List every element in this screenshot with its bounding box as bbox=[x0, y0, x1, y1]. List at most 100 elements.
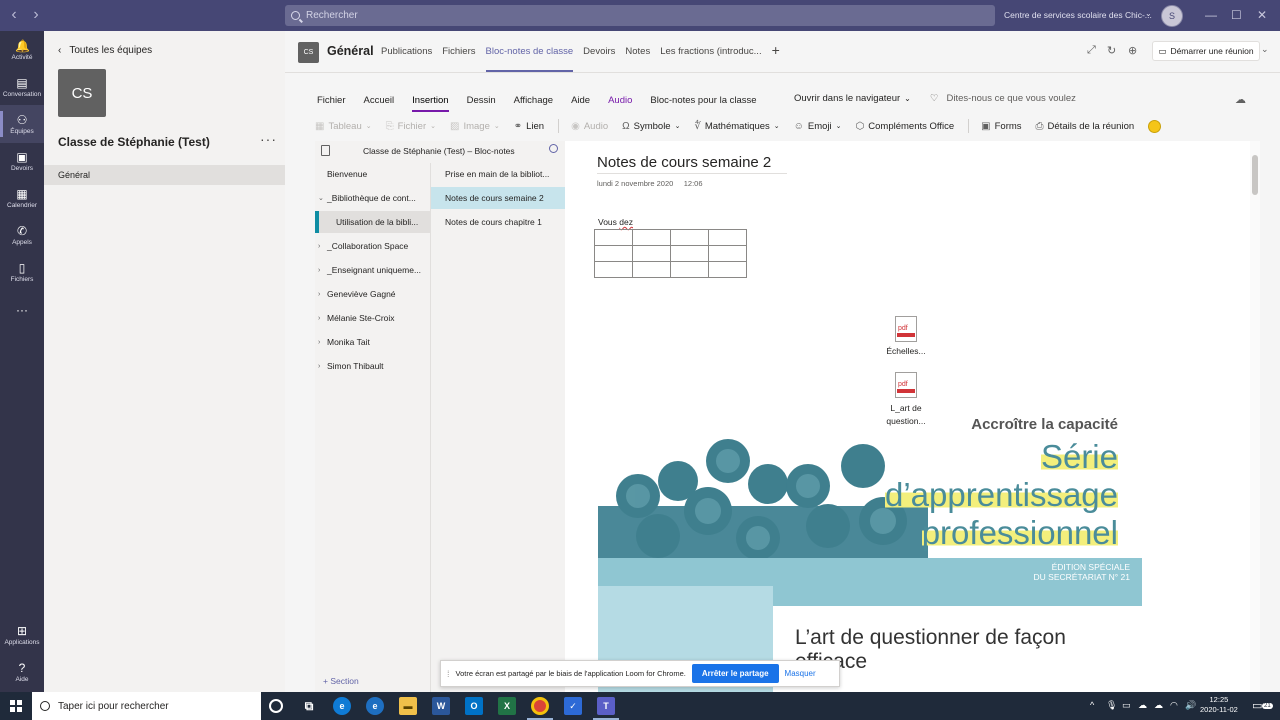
close-icon[interactable]: ✕ bbox=[1257, 8, 1267, 22]
all-teams-link[interactable]: ‹ Toutes les équipes bbox=[58, 45, 152, 56]
ribbon-tab-4[interactable]: Affichage bbox=[514, 95, 553, 106]
ribbon-command-addins[interactable]: ⬡ Compléments Office bbox=[856, 121, 955, 132]
table-cell[interactable] bbox=[708, 261, 747, 278]
ribbon-command-emoji[interactable]: ☺ Emoji ⌄ bbox=[794, 121, 842, 132]
stop-sharing-button[interactable]: Arrêter le partage bbox=[691, 664, 779, 683]
section-item[interactable]: ⌄ _Bibliothèque de cont... bbox=[315, 187, 431, 209]
ribbon-command-math[interactable]: ∜ Mathématiques ⌄ bbox=[694, 121, 779, 132]
chevron-right-icon[interactable]: › bbox=[318, 291, 320, 298]
rail-item-équipes[interactable]: ⚇ Équipes bbox=[0, 105, 44, 143]
table-cell[interactable] bbox=[708, 245, 747, 262]
rail-item-applications[interactable]: ⊞ Applications bbox=[0, 616, 44, 654]
chevron-down-icon[interactable]: ⌄ bbox=[1145, 9, 1152, 18]
meeting-chevron-down-icon[interactable]: ⌄ bbox=[1261, 44, 1269, 55]
notebook-search-icon[interactable] bbox=[549, 144, 558, 153]
page-canvas[interactable]: Notes de cours semaine 2 lundi 2 novembr… bbox=[565, 141, 1250, 692]
tab-0[interactable]: Publications bbox=[381, 46, 432, 71]
minimize-icon[interactable]: — bbox=[1205, 8, 1217, 22]
outlook-icon[interactable]: O bbox=[465, 697, 483, 715]
network-icon[interactable]: ▭ bbox=[1122, 700, 1131, 711]
page-item[interactable]: Notes de cours chapitre 1 bbox=[431, 211, 565, 233]
expand-icon[interactable]: ⤢ bbox=[1087, 44, 1096, 57]
drag-handle-icon[interactable]: ⁞ bbox=[447, 669, 450, 679]
back-arrow-icon[interactable]: ‹ bbox=[4, 6, 24, 24]
table-cell[interactable] bbox=[632, 245, 671, 262]
ribbon-command-link[interactable]: ⚭ Lien bbox=[514, 121, 544, 132]
system-clock[interactable]: 12:25 2020-11-02 bbox=[1200, 695, 1238, 715]
task-view-icon[interactable]: ⧉ bbox=[300, 697, 318, 715]
hide-link[interactable]: Masquer bbox=[785, 669, 816, 678]
start-meeting-button[interactable]: ▭ Démarrer une réunion bbox=[1152, 41, 1260, 61]
page-text[interactable]: Vous dez bbox=[598, 217, 633, 227]
ribbon-command-omega[interactable]: Ω Symbole ⌄ bbox=[622, 121, 680, 132]
chevron-down-icon[interactable]: ⌄ bbox=[318, 194, 324, 202]
section-item[interactable]: › Geneviève Gagné bbox=[315, 283, 431, 305]
table-cell[interactable] bbox=[670, 229, 709, 246]
ribbon-command-attach[interactable]: ⎘ Fichier ⌄ bbox=[386, 121, 436, 132]
section-item[interactable]: › Monika Tait bbox=[315, 331, 431, 353]
section-item[interactable]: › _Enseignant uniqueme... bbox=[315, 259, 431, 281]
ribbon-command-forms[interactable]: ▣ Forms bbox=[981, 121, 1021, 132]
table-cell[interactable] bbox=[594, 261, 633, 278]
microphone-icon[interactable]: 🎙 bbox=[1106, 700, 1117, 711]
page-table[interactable] bbox=[594, 229, 747, 278]
table-cell[interactable] bbox=[670, 245, 709, 262]
channel-item-general[interactable]: Général bbox=[44, 165, 285, 185]
scrollbar-thumb[interactable] bbox=[1252, 155, 1258, 195]
notebook-settings-icon[interactable]: ☁ bbox=[1235, 93, 1246, 106]
table-cell[interactable] bbox=[594, 245, 633, 262]
chevron-right-icon[interactable]: › bbox=[318, 363, 320, 370]
chevron-right-icon[interactable]: › bbox=[318, 267, 320, 274]
tell-me-search[interactable]: ♡ Dites-nous ce que vous voulez bbox=[930, 93, 1076, 104]
table-cell[interactable] bbox=[594, 229, 633, 246]
page-item[interactable]: Prise en main de la bibliot... bbox=[431, 163, 565, 185]
poster-image[interactable]: Accroître la capacité Série d’apprentiss… bbox=[598, 406, 1142, 692]
vscode-icon[interactable]: ✓ bbox=[564, 697, 582, 715]
section-item[interactable]: › Mélanie Ste-Croix bbox=[315, 307, 431, 329]
ribbon-tab-3[interactable]: Dessin bbox=[467, 95, 496, 106]
tab-5[interactable]: Les fractions (introduc... bbox=[660, 46, 761, 71]
chevron-right-icon[interactable]: › bbox=[318, 243, 320, 250]
action-center-icon[interactable]: ▭ bbox=[1252, 699, 1262, 712]
rail-item-devoirs[interactable]: ▣ Devoirs bbox=[0, 142, 44, 180]
rail-item-fichiers[interactable]: ▯ Fichiers bbox=[0, 253, 44, 291]
word-icon[interactable]: W bbox=[432, 697, 450, 715]
vertical-scrollbar[interactable] bbox=[1250, 141, 1260, 692]
table-cell[interactable] bbox=[708, 229, 747, 246]
notebook-name[interactable]: Classe de Stéphanie (Test) – Bloc-notes bbox=[363, 146, 515, 156]
rail-item-conversation[interactable]: ▤ Conversation bbox=[0, 68, 44, 106]
add-tab-icon[interactable]: + bbox=[772, 42, 780, 71]
ribbon-tab-6[interactable]: Audio bbox=[608, 95, 632, 106]
taskbar-search[interactable]: Taper ici pour rechercher bbox=[32, 692, 261, 720]
team-more-options-icon[interactable]: ··· bbox=[260, 131, 277, 147]
search-bar[interactable]: Rechercher bbox=[285, 5, 995, 26]
table-cell[interactable] bbox=[632, 261, 671, 278]
ribbon-tab-5[interactable]: Aide bbox=[571, 95, 590, 106]
section-item[interactable]: › Simon Thibault bbox=[315, 355, 431, 377]
pdf-attachment-1[interactable]: pdf Échelles... bbox=[876, 316, 936, 356]
cortana-icon[interactable] bbox=[269, 699, 283, 713]
windows-start-icon[interactable] bbox=[10, 700, 22, 712]
page-title[interactable]: Notes de cours semaine 2 bbox=[597, 154, 787, 174]
maximize-icon[interactable]: ☐ bbox=[1231, 8, 1242, 22]
notebook-icon[interactable] bbox=[321, 145, 330, 156]
ribbon-command-record[interactable]: ◉ Audio bbox=[571, 121, 608, 132]
page-item[interactable]: Notes de cours semaine 2 bbox=[431, 187, 565, 209]
tab-2[interactable]: Bloc-notes de classe bbox=[485, 46, 573, 72]
internet-explorer-icon[interactable]: e bbox=[366, 697, 384, 715]
section-group-item[interactable]: Utilisation de la bibli... bbox=[315, 211, 431, 233]
chevron-right-icon[interactable]: › bbox=[318, 315, 320, 322]
teams-taskbar-icon[interactable]: T bbox=[597, 697, 615, 715]
ribbon-command-meeting-details[interactable]: ⎙ Détails de la réunion bbox=[1036, 121, 1135, 132]
onedrive-business-icon[interactable]: ☁ bbox=[1154, 700, 1163, 711]
reload-icon[interactable]: ↻ bbox=[1107, 44, 1116, 57]
organization-name[interactable]: Centre de services scolaire des Chic-... bbox=[1004, 10, 1152, 20]
edge-icon[interactable]: e bbox=[333, 697, 351, 715]
rail-item-appels[interactable]: ✆ Appels bbox=[0, 216, 44, 254]
excel-icon[interactable]: X bbox=[498, 697, 516, 715]
rail-item-more[interactable]: ··· bbox=[0, 291, 44, 329]
wifi-icon[interactable]: ◠ bbox=[1170, 700, 1178, 711]
section-item[interactable]: › _Collaboration Space bbox=[315, 235, 431, 257]
table-cell[interactable] bbox=[670, 261, 709, 278]
rail-item-calendrier[interactable]: ▦ Calendrier bbox=[0, 179, 44, 217]
